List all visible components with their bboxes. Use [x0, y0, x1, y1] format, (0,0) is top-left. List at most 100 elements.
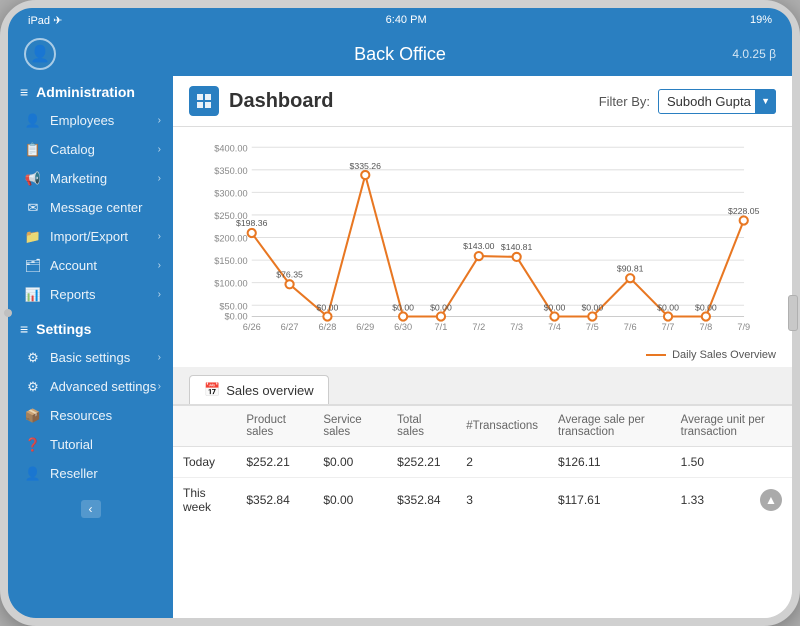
battery-display: 19% — [750, 14, 772, 26]
cell-product-sales: $252.21 — [236, 447, 313, 478]
cell-transactions: 3 — [456, 478, 548, 523]
sidebar-item-label: Tutorial — [50, 437, 93, 452]
svg-text:6/29: 6/29 — [356, 322, 374, 332]
svg-text:$198.36: $198.36 — [236, 218, 268, 228]
col-period — [173, 406, 236, 447]
svg-text:6/27: 6/27 — [281, 322, 299, 332]
sidebar-item-label: Catalog — [50, 142, 95, 157]
sidebar-item-label: Account — [50, 258, 97, 273]
scroll-top-button[interactable]: ▲ — [760, 489, 782, 511]
svg-text:6/28: 6/28 — [318, 322, 336, 332]
sidebar-item-label: Import/Export — [50, 229, 128, 244]
account-icon: 🗂 — [24, 259, 42, 273]
table-row: This week $352.84 $0.00 $352.84 3 $117.6… — [173, 478, 792, 523]
svg-text:7/7: 7/7 — [662, 322, 675, 332]
svg-text:$228.05: $228.05 — [728, 206, 760, 216]
sales-table: Product sales Service sales Total sales … — [173, 406, 792, 522]
collapse-button[interactable]: ‹ — [81, 500, 101, 518]
svg-text:$335.26: $335.26 — [350, 161, 382, 171]
avatar[interactable]: 👤 — [24, 38, 56, 70]
svg-text:$50.00: $50.00 — [219, 301, 247, 311]
chevron-icon: › — [158, 289, 161, 300]
svg-text:6/26: 6/26 — [243, 322, 261, 332]
svg-text:7/8: 7/8 — [699, 322, 712, 332]
svg-text:$100.00: $100.00 — [214, 279, 247, 289]
catalog-icon: 📋 — [24, 143, 42, 157]
filter-select[interactable]: Subodh Gupta — [658, 89, 776, 114]
sidebar-item-tutorial[interactable]: ❓ Tutorial — [8, 430, 173, 459]
sidebar-item-message-center[interactable]: ✉ Message center — [8, 193, 173, 222]
sidebar-item-basic-settings[interactable]: ⚙ Basic settings › — [8, 343, 173, 372]
svg-text:$0.00: $0.00 — [695, 302, 717, 312]
svg-text:$0.00: $0.00 — [544, 302, 566, 312]
cell-avg-unit-value: 1.33 — [681, 493, 704, 507]
svg-text:$0.00: $0.00 — [225, 312, 248, 322]
svg-text:$300.00: $300.00 — [214, 188, 247, 198]
resources-icon: 📦 — [24, 409, 42, 423]
svg-text:7/4: 7/4 — [548, 322, 561, 332]
sidebar-item-import-export[interactable]: 📁 Import/Export › — [8, 222, 173, 251]
main-header: Dashboard Filter By: Subodh Gupta — [173, 76, 792, 127]
legend-line-icon — [646, 354, 666, 356]
cell-period: This week — [173, 478, 236, 523]
chart-area: $400.00 $350.00 $300.00 $250.00 $200.00 … — [173, 127, 792, 367]
svg-text:$0.00: $0.00 — [657, 302, 679, 312]
tabs-bar: 📅 Sales overview — [173, 367, 792, 404]
chevron-icon: › — [158, 231, 161, 242]
table-section: Product sales Service sales Total sales … — [173, 404, 792, 618]
chart-legend: Daily Sales Overview — [189, 349, 776, 361]
sidebar-item-label: Employees — [50, 113, 114, 128]
app-body: ≡ Administration 👤 Employees › 📋 Catalog… — [8, 76, 792, 618]
svg-text:7/6: 7/6 — [624, 322, 637, 332]
chevron-icon: › — [158, 115, 161, 126]
tab-sales-overview[interactable]: 📅 Sales overview — [189, 375, 329, 404]
sidebar-item-reseller[interactable]: 👤 Reseller — [8, 459, 173, 488]
svg-text:$400.00: $400.00 — [214, 143, 247, 153]
svg-text:7/9: 7/9 — [737, 322, 750, 332]
svg-text:$0.00: $0.00 — [581, 302, 603, 312]
power-button[interactable] — [788, 295, 798, 331]
chevron-icon: › — [158, 144, 161, 155]
tutorial-icon: ❓ — [24, 438, 42, 452]
admin-label: Administration — [36, 84, 135, 100]
settings-section-header: ≡ Settings — [8, 313, 173, 343]
collapse-section: ‹ — [8, 496, 173, 522]
ipad-label: iPad ✈ — [28, 14, 62, 27]
sidebar: ≡ Administration 👤 Employees › 📋 Catalog… — [8, 76, 173, 618]
import-export-icon: 📁 — [24, 230, 42, 244]
sidebar-item-marketing[interactable]: 📢 Marketing › — [8, 164, 173, 193]
cell-service-sales: $0.00 — [313, 447, 387, 478]
sidebar-item-label: Message center — [50, 200, 143, 215]
advanced-settings-icon: ⚙ — [24, 380, 42, 394]
col-service-sales: Service sales — [313, 406, 387, 447]
sidebar-item-label: Resources — [50, 408, 112, 423]
marketing-icon: 📢 — [24, 172, 42, 186]
message-icon: ✉ — [24, 201, 42, 215]
sidebar-item-label: Basic settings — [50, 350, 130, 365]
col-avg-unit: Average unit per transaction — [671, 406, 792, 447]
tab-label: Sales overview — [226, 383, 313, 398]
settings-menu-icon: ≡ — [20, 321, 28, 337]
col-transactions: #Transactions — [456, 406, 548, 447]
sidebar-item-advanced-settings[interactable]: ⚙ Advanced settings › — [8, 372, 173, 401]
svg-text:$140.81: $140.81 — [501, 242, 533, 252]
sidebar-item-catalog[interactable]: 📋 Catalog › — [8, 135, 173, 164]
admin-section-header: ≡ Administration — [8, 76, 173, 106]
svg-text:$90.81: $90.81 — [617, 263, 644, 273]
svg-text:$150.00: $150.00 — [214, 256, 247, 266]
svg-text:$350.00: $350.00 — [214, 166, 247, 176]
time-display: 6:40 PM — [386, 14, 427, 26]
sidebar-item-resources[interactable]: 📦 Resources — [8, 401, 173, 430]
sidebar-item-employees[interactable]: 👤 Employees › — [8, 106, 173, 135]
filter-select-wrapper: Subodh Gupta — [658, 89, 776, 114]
cell-total-sales: $252.21 — [387, 447, 456, 478]
chevron-icon: › — [158, 260, 161, 271]
svg-text:$0.00: $0.00 — [430, 302, 452, 312]
calendar-icon: 📅 — [204, 382, 220, 398]
dashboard-icon — [189, 86, 219, 116]
sidebar-item-account[interactable]: 🗂 Account › — [8, 251, 173, 280]
sidebar-item-label: Reseller — [50, 466, 98, 481]
ipad-frame: iPad ✈ 6:40 PM 19% 👤 Back Office 4.0.25 … — [0, 0, 800, 626]
sidebar-item-reports[interactable]: 📊 Reports › — [8, 280, 173, 309]
chevron-icon: › — [158, 352, 161, 363]
